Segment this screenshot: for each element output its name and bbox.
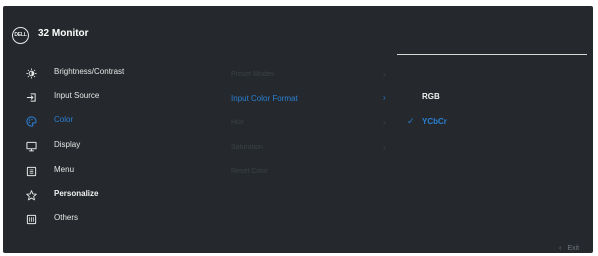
submenu-label: Reset Color (231, 168, 268, 175)
submenu-label: Saturation (231, 144, 263, 151)
menu-item-label: Color (54, 115, 74, 124)
submenu-hue[interactable]: Hue › (229, 118, 389, 133)
monitor-osd-panel: DELL 32 Monitor Brightness/Contrast Inpu… (3, 6, 593, 253)
option-label: RGB (422, 92, 440, 101)
submenu-label: Input Color Format (231, 94, 298, 103)
menu-item-label: Menu (54, 165, 75, 174)
option-ycbcr[interactable]: ✓ YCbCr (403, 116, 463, 131)
display-icon (25, 140, 37, 152)
menu-item-color[interactable]: Color (25, 112, 73, 130)
submenu-label: Hue (231, 119, 244, 126)
menu-item-label: Input Source (54, 91, 100, 100)
header-divider (397, 54, 587, 55)
submenu-saturation[interactable]: Saturation › (229, 143, 389, 158)
menu-item-personalize[interactable]: Personalize (25, 186, 98, 204)
menu-item-brightness-contrast[interactable]: Brightness/Contrast (25, 64, 124, 82)
menu-item-label: Brightness/Contrast (54, 67, 125, 76)
option-rgb[interactable]: RGB (403, 92, 463, 106)
check-icon: ✓ (407, 116, 415, 126)
exit-button[interactable]: ‹ Exit (559, 245, 579, 252)
color-icon (25, 115, 37, 127)
star-icon (25, 189, 37, 201)
submenu-preset-modes[interactable]: Preset Modes › (229, 70, 389, 85)
menu-item-menu[interactable]: Menu (25, 162, 74, 180)
chevron-right-icon: › (383, 70, 386, 79)
exit-label: Exit (567, 245, 580, 252)
menu-item-display[interactable]: Display (25, 137, 80, 155)
menu-item-input-source[interactable]: Input Source (25, 88, 99, 106)
osd-header: DELL 32 Monitor (3, 6, 593, 56)
chevron-right-icon: › (383, 143, 386, 152)
brightness-icon (25, 67, 37, 79)
input-source-icon (25, 91, 37, 103)
dell-logo: DELL (12, 27, 29, 44)
menu-icon (25, 165, 37, 177)
monitor-title: 32 Monitor (38, 28, 89, 39)
chevron-right-icon: › (383, 118, 386, 127)
chevron-left-icon: ‹ (559, 245, 562, 252)
submenu-label: Preset Modes (231, 71, 275, 78)
menu-item-label: Personalize (54, 189, 99, 198)
others-icon (25, 213, 37, 225)
submenu-input-color-format[interactable]: Input Color Format › (229, 93, 389, 108)
submenu-reset-color[interactable]: Reset Color (229, 168, 389, 182)
menu-item-label: Display (54, 140, 81, 149)
chevron-right-icon: › (383, 93, 386, 102)
option-label: YCbCr (422, 117, 447, 126)
menu-item-label: Others (54, 213, 79, 222)
menu-item-others[interactable]: Others (25, 210, 78, 228)
